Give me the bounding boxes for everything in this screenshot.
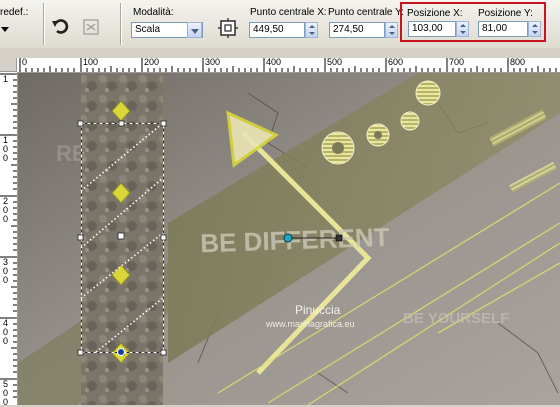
ruler-top-label: 0: [22, 57, 28, 67]
ruler-left-label: 1: [3, 74, 9, 84]
mode-label: Modalità:: [133, 7, 174, 18]
ruler-top-label: 800: [510, 57, 526, 67]
ruler-top-label: 400: [266, 57, 282, 67]
reset-transform-icon[interactable]: [79, 15, 103, 39]
image-canvas[interactable]: RE BE DIFFERENT BE YOURSELF Pinuccia www…: [18, 73, 560, 405]
pos-x-value: 103,00: [412, 23, 443, 34]
center-x-spinner[interactable]: [305, 22, 318, 38]
chevron-down-icon[interactable]: [187, 22, 202, 38]
ruler-left-label: 300: [3, 257, 9, 285]
ruler-left: 1 100 200 300 400 500: [0, 72, 18, 407]
pos-y-input[interactable]: 81,00: [478, 21, 528, 37]
ruler-top-label: 500: [327, 57, 343, 67]
ruler-left-label: 200: [3, 196, 9, 224]
pos-x-label: Posizione X:: [407, 8, 463, 19]
pos-y-value: 81,00: [482, 23, 508, 34]
pos-x-spinner[interactable]: [456, 21, 469, 37]
ruler-top-label: 600: [388, 57, 404, 67]
ruler-left-label: 400: [3, 318, 9, 346]
preset-label: redef.:: [0, 7, 29, 18]
transform-bounding-box[interactable]: [18, 73, 560, 405]
center-x-value: 449,50: [253, 24, 284, 35]
center-y-label: Punto centrale Y:: [328, 7, 404, 18]
rotate-icon[interactable]: [49, 15, 73, 39]
preset-dropdown-arrow[interactable]: [1, 27, 9, 32]
ruler-top-label: 700: [449, 57, 465, 67]
center-y-input[interactable]: 274,50: [329, 22, 385, 38]
toolbar-separator: [43, 3, 44, 45]
ruler-top-label: 200: [144, 57, 160, 67]
tool-options-bar: redef.: Modalità: Scala Punto centrale X…: [0, 0, 560, 49]
center-x-input[interactable]: 449,50: [249, 22, 305, 38]
pos-y-label: Posizione Y:: [478, 8, 533, 19]
pos-x-input[interactable]: 103,00: [408, 21, 456, 37]
toolbar-separator: [120, 3, 121, 45]
ruler-left-label: 100: [3, 135, 9, 163]
ruler-corner: [0, 58, 17, 72]
pos-y-spinner[interactable]: [528, 21, 541, 37]
ruler-top-label: 300: [205, 57, 221, 67]
mode-select-value: Scala: [135, 24, 161, 35]
center-target-icon[interactable]: [218, 18, 238, 38]
center-x-label: Punto centrale X:: [250, 7, 327, 18]
ruler-top-label: 100: [83, 57, 99, 67]
center-y-spinner[interactable]: [385, 22, 398, 38]
ruler-top: 0 100 200 300 400 500 600 700 800: [17, 57, 560, 73]
ruler-left-label: 500: [3, 379, 9, 407]
center-y-value: 274,50: [333, 24, 364, 35]
